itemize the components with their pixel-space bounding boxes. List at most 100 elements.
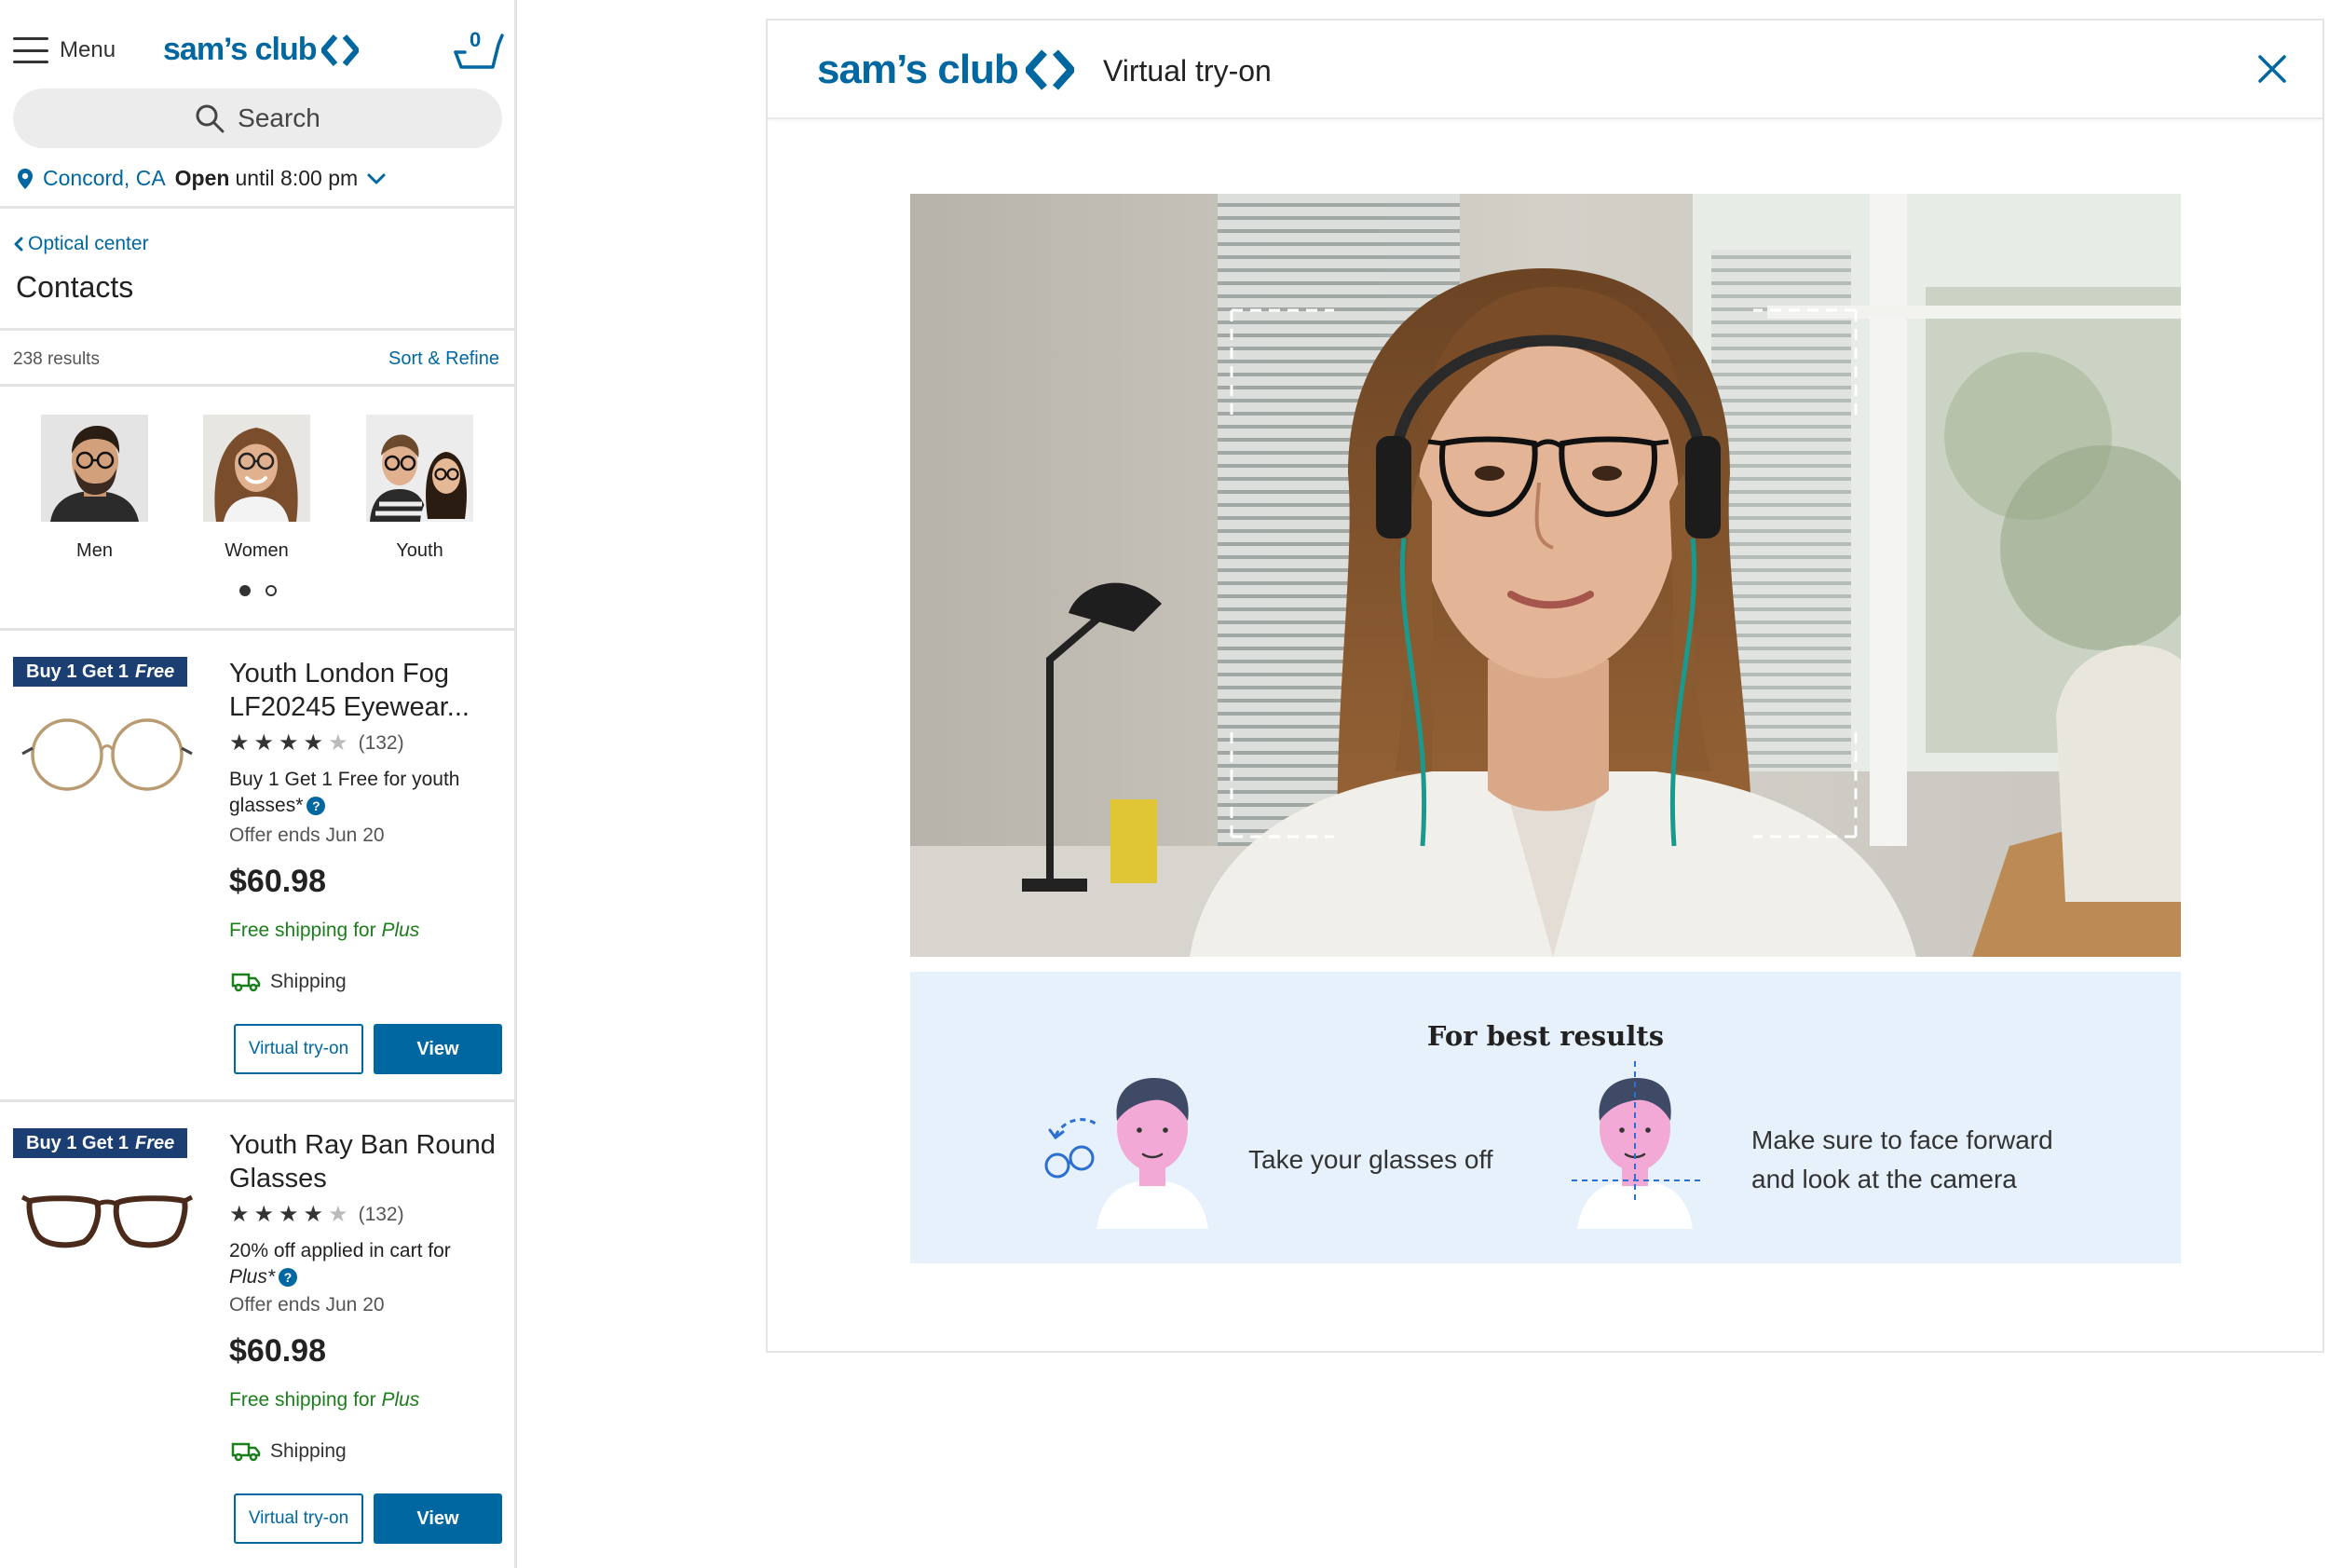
badge-text: Buy 1 Get 1 bbox=[26, 661, 129, 682]
search-icon bbox=[196, 104, 225, 133]
camera-preview bbox=[910, 194, 2181, 957]
free-shipping-label: Free shipping for bbox=[229, 1389, 376, 1411]
help-icon[interactable]: ? bbox=[279, 1268, 298, 1288]
breadcrumb-label: Optical center bbox=[28, 233, 149, 254]
sams-club-logo: sam’s club bbox=[817, 47, 1074, 93]
divider bbox=[0, 1099, 514, 1102]
tip-glasses-off-text: Take your glasses off bbox=[1248, 1145, 1493, 1174]
cart-button[interactable]: 0 bbox=[452, 28, 504, 75]
truck-icon bbox=[231, 1442, 261, 1462]
help-icon[interactable]: ? bbox=[306, 797, 326, 816]
category-women[interactable]: Women bbox=[203, 415, 310, 562]
promo-line-2: Plus* bbox=[229, 1266, 276, 1288]
product-image-round-glasses[interactable] bbox=[19, 713, 196, 797]
shipping-label: Shipping bbox=[270, 971, 347, 992]
star-icon: ★ bbox=[253, 1202, 275, 1227]
truck-icon bbox=[231, 973, 261, 992]
promo-text-value: Buy 1 Get 1 Free for youth glasses* bbox=[229, 769, 460, 816]
menu-label: Menu bbox=[60, 37, 116, 62]
sams-club-logo[interactable]: sam’s club bbox=[163, 32, 360, 68]
star-icon: ★ bbox=[303, 730, 324, 756]
shipping-method: Shipping bbox=[231, 971, 347, 993]
virtual-try-on-button[interactable]: Virtual try-on bbox=[234, 1024, 363, 1074]
badge-free-text: Free bbox=[135, 1132, 175, 1153]
cart-count: 0 bbox=[470, 28, 482, 51]
free-shipping-text: Free shipping for Plus bbox=[229, 920, 419, 942]
hamburger-icon bbox=[13, 37, 48, 63]
location-pin-icon bbox=[18, 168, 33, 189]
review-count: (132) bbox=[358, 731, 404, 754]
product-card: Buy 1 Get 1 Free Youth London Fog LF2024… bbox=[0, 657, 514, 1123]
category-youth-label: Youth bbox=[396, 540, 443, 561]
view-button[interactable]: View bbox=[374, 1024, 502, 1074]
promo-badge: Buy 1 Get 1 Free bbox=[13, 1128, 188, 1158]
divider bbox=[0, 384, 514, 387]
product-image-tortoise-glasses[interactable] bbox=[19, 1177, 196, 1261]
search-input[interactable]: Search bbox=[13, 89, 502, 148]
category-women-label: Women bbox=[225, 540, 289, 561]
badge-text: Buy 1 Get 1 bbox=[26, 1132, 129, 1153]
rating-stars: ★ ★ ★ ★ ★ (132) bbox=[229, 729, 404, 757]
divider bbox=[0, 628, 514, 631]
product-price: $60.98 bbox=[229, 1333, 326, 1369]
promo-text: 20% off applied in cart for Plus*? bbox=[229, 1238, 509, 1290]
modal-header: sam’s club Virtual try-on bbox=[768, 20, 2322, 119]
store-hours: until 8:00 pm bbox=[235, 166, 359, 190]
tip-face-forward-line-1: Make sure to face forward bbox=[1751, 1125, 2053, 1154]
best-results-tips: For best results Take your glasses off M… bbox=[910, 972, 2181, 1263]
free-shipping-label: Free shipping for bbox=[229, 920, 376, 941]
category-women-image bbox=[203, 415, 310, 522]
rating-stars: ★ ★ ★ ★ ★ (132) bbox=[229, 1201, 404, 1228]
menu-button[interactable]: Menu bbox=[13, 37, 116, 63]
close-icon bbox=[2258, 55, 2286, 83]
carousel-dot-2[interactable] bbox=[266, 585, 277, 596]
offer-ends: Offer ends Jun 20 bbox=[229, 825, 385, 846]
category-youth-image bbox=[366, 415, 473, 522]
category-men[interactable]: Men bbox=[41, 415, 148, 562]
breadcrumb[interactable]: Optical center bbox=[13, 233, 149, 255]
store-city: Concord, CA bbox=[43, 166, 166, 190]
product-name[interactable]: Youth London Fog LF20245 Eyewear... bbox=[229, 657, 509, 724]
face-forward-illustration-icon bbox=[1572, 1061, 1702, 1229]
virtual-try-on-modal: sam’s club Virtual try-on For best resul… bbox=[766, 19, 2324, 1353]
shipping-label: Shipping bbox=[270, 1440, 347, 1462]
divider bbox=[0, 328, 514, 331]
star-icon: ★ bbox=[303, 1202, 324, 1227]
category-youth[interactable]: Youth bbox=[366, 415, 473, 562]
badge-free-text: Free bbox=[135, 661, 175, 682]
logo-text: sam’s club bbox=[163, 32, 317, 67]
chevron-down-icon bbox=[367, 173, 386, 184]
store-location-selector[interactable]: Concord, CA Open until 8:00 pm bbox=[17, 166, 386, 191]
logo-diamond-icon bbox=[1025, 49, 1074, 90]
product-card: Buy 1 Get 1 Free Youth Ray Ban Round Gla… bbox=[0, 1128, 514, 1568]
star-icon: ★ bbox=[253, 730, 275, 756]
logo-text: sam’s club bbox=[817, 47, 1019, 92]
sort-refine-link[interactable]: Sort & Refine bbox=[388, 348, 499, 370]
tip-face-forward-line-2: and look at the camera bbox=[1751, 1165, 2017, 1193]
product-name[interactable]: Youth Ray Ban Round Glasses bbox=[229, 1128, 509, 1195]
product-price: $60.98 bbox=[229, 864, 326, 899]
plus-label: Plus bbox=[381, 1389, 420, 1411]
logo-diamond-icon bbox=[321, 34, 360, 66]
carousel-dot-1[interactable] bbox=[239, 585, 251, 596]
search-placeholder: Search bbox=[238, 103, 320, 132]
modal-title: Virtual try-on bbox=[1103, 54, 1272, 88]
chevron-left-icon bbox=[14, 237, 23, 252]
close-button[interactable] bbox=[2252, 48, 2293, 89]
carousel-pagination bbox=[239, 585, 277, 596]
star-empty-icon: ★ bbox=[328, 730, 348, 756]
mobile-product-list: Menu sam’s club 0 Search Concord, CA Ope… bbox=[0, 0, 517, 1568]
glasses-off-illustration-icon bbox=[1044, 1078, 1208, 1229]
tips-title: For best results bbox=[1426, 1020, 1665, 1052]
shipping-method: Shipping bbox=[231, 1440, 347, 1463]
promo-badge: Buy 1 Get 1 Free bbox=[13, 657, 188, 687]
virtual-try-on-button[interactable]: Virtual try-on bbox=[234, 1493, 363, 1544]
page-title: Contacts bbox=[16, 270, 134, 304]
category-men-image bbox=[41, 415, 148, 522]
camera-feed-image bbox=[910, 194, 2181, 957]
offer-ends: Offer ends Jun 20 bbox=[229, 1294, 385, 1316]
view-button[interactable]: View bbox=[374, 1493, 502, 1544]
store-open-status: Open bbox=[174, 166, 230, 190]
promo-line-1: 20% off applied in cart for bbox=[229, 1240, 451, 1261]
review-count: (132) bbox=[358, 1203, 404, 1225]
